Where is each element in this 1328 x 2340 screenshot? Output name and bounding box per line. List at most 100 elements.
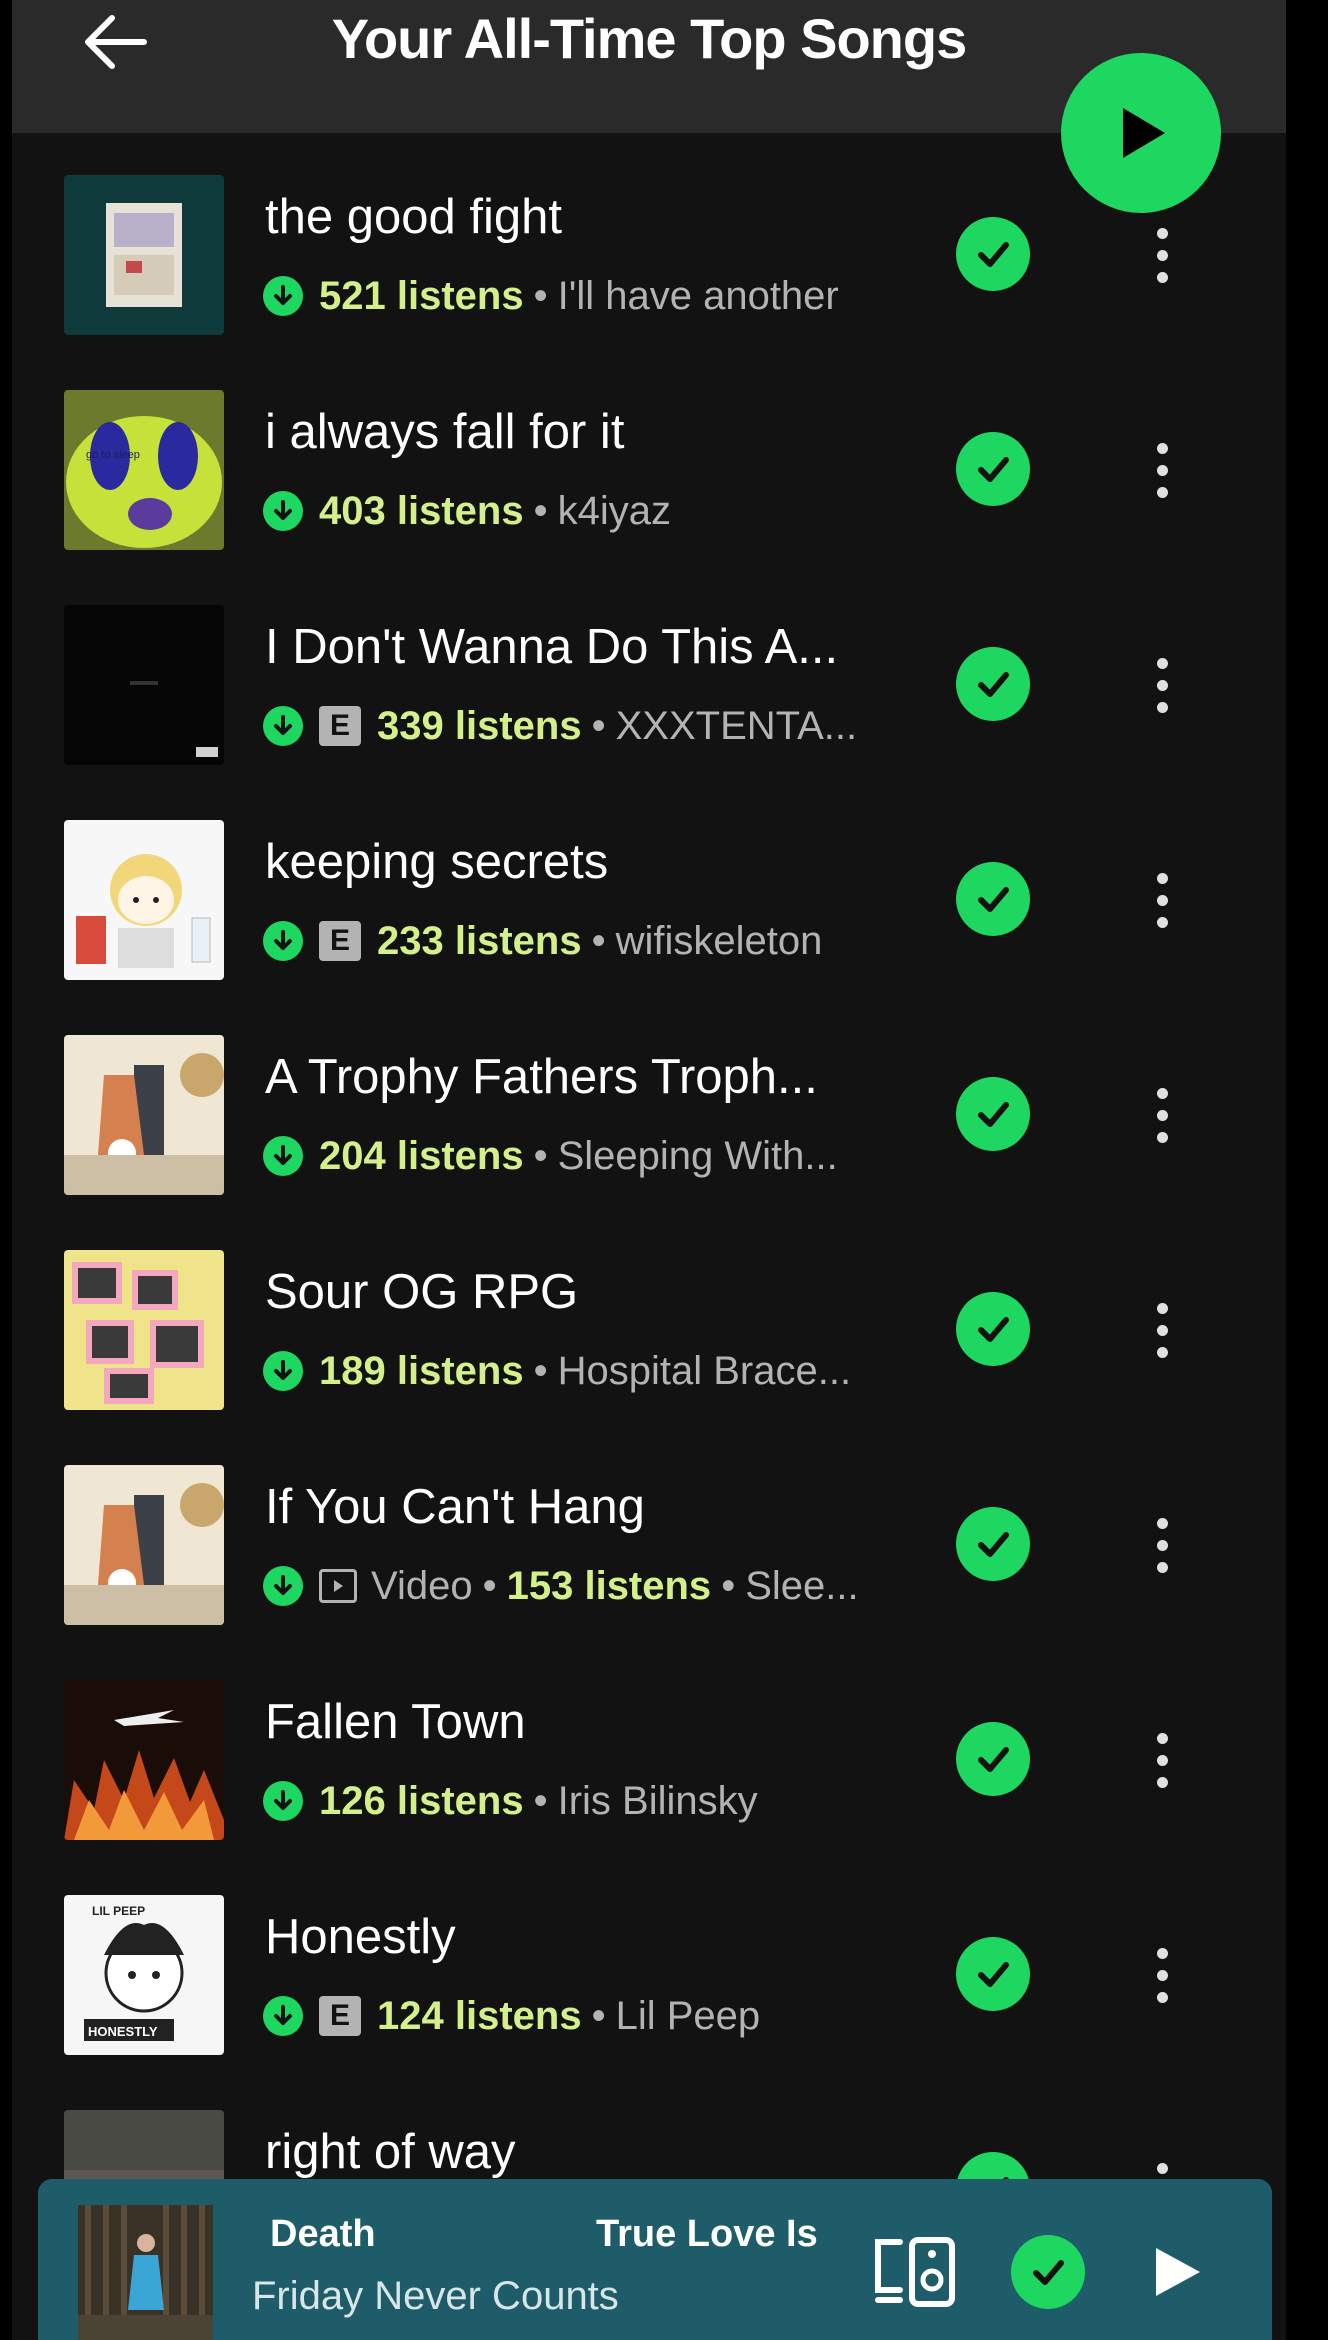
mini-player-play-button[interactable]	[1138, 2234, 1213, 2309]
listen-count: 339 listens	[377, 703, 582, 748]
song-title: Sour OG RPG	[265, 1265, 579, 1319]
dot	[1156, 1131, 1168, 1143]
listen-count: 153 listens	[506, 1563, 712, 1608]
song-title: keeping secrets	[265, 835, 609, 889]
song-row[interactable]: Fallen Town 126 listens • Iris Bilinsky	[12, 1680, 1286, 1880]
downloaded-icon	[263, 491, 303, 531]
app-screen: Your All-Time Top Songs the good fight 52…	[12, 0, 1286, 2340]
song-row[interactable]: go to sleep i always fall for it 403 liste…	[12, 390, 1286, 590]
artist-name: XXXTENTA...	[615, 703, 858, 748]
listen-count: 124 listens	[377, 1993, 582, 2038]
artist-name: k4iyaz	[557, 488, 671, 533]
album-art-text: HONESTLY	[88, 2024, 158, 2039]
song-title: i always fall for it	[265, 405, 625, 459]
dot	[1156, 249, 1168, 261]
more-options-button[interactable]	[1132, 1290, 1192, 1370]
dot	[1156, 227, 1168, 239]
check-icon	[1033, 2260, 1064, 2285]
artist-name: Slee...	[745, 1563, 859, 1608]
downloaded-icon	[263, 1781, 303, 1821]
downloaded-icon	[263, 1351, 303, 1391]
more-options-button[interactable]	[1132, 1935, 1192, 2015]
song-meta: E 339 listens • XXXTENTA...	[263, 701, 857, 751]
song-title: If You Can't Hang	[265, 1480, 645, 1534]
mini-player-artist: Friday Never Counts	[252, 2274, 619, 2318]
dot	[1156, 271, 1168, 283]
dot	[1156, 679, 1168, 691]
more-options-button[interactable]	[1132, 645, 1192, 725]
separator: •	[533, 1778, 548, 1823]
song-row[interactable]: keeping secrets E 233 listens • wifiskeleton	[12, 820, 1286, 1020]
song-meta: 189 listens • Hospital Brace...	[263, 1346, 851, 1396]
dot	[1156, 464, 1168, 476]
dot	[1156, 1969, 1168, 1981]
dot	[1156, 442, 1168, 454]
album-art-text: go to sleep	[86, 449, 140, 461]
listen-count: 233 listens	[377, 918, 582, 963]
song-title: the good fight	[265, 190, 562, 244]
song-meta: Video • 153 listens • Slee...	[263, 1561, 859, 1611]
saved-button[interactable]	[956, 217, 1030, 291]
song-meta: E 124 listens • Lil Peep	[263, 1991, 760, 2041]
song-row[interactable]: HONESTLY LIL PEEP Honestly E 124 listens • Lil…	[12, 1895, 1286, 2095]
listen-count: 403 listens	[319, 488, 524, 533]
saved-button[interactable]	[956, 862, 1030, 936]
song-title: I Don't Wanna Do This A...	[265, 620, 839, 674]
connect-device-icon	[875, 2237, 955, 2307]
dot	[1156, 486, 1168, 498]
saved-button[interactable]	[956, 432, 1030, 506]
separator: •	[533, 488, 548, 533]
song-row[interactable]: I Don't Wanna Do This A... E 339 listens • X…	[12, 605, 1286, 805]
explicit-badge: E	[319, 921, 361, 961]
separator: •	[533, 1348, 548, 1393]
song-row[interactable]: Sour OG RPG 189 listens • Hospital Brace...	[12, 1250, 1286, 1450]
song-meta: 126 listens • Iris Bilinsky	[263, 1776, 758, 1826]
saved-button[interactable]	[956, 1507, 1030, 1581]
check-icon	[978, 1317, 1009, 1342]
mini-player-next-track-title: True Love Is	[596, 2213, 818, 2255]
album-artwork	[64, 1250, 224, 1410]
song-row[interactable]: A Trophy Fathers Troph... 204 listens • Sle…	[12, 1035, 1286, 1235]
listen-count: 126 listens	[319, 1778, 524, 1823]
more-options-button[interactable]	[1132, 215, 1192, 295]
more-options-button[interactable]	[1132, 860, 1192, 940]
check-icon	[978, 672, 1009, 697]
downloaded-icon	[263, 1996, 303, 2036]
downloaded-icon	[263, 1566, 303, 1606]
saved-button[interactable]	[1011, 2235, 1085, 2309]
artist-name: wifiskeleton	[615, 918, 823, 963]
dot	[1156, 1539, 1168, 1551]
album-artwork	[64, 1680, 224, 1840]
song-meta: 403 listens • k4iyaz	[263, 486, 671, 536]
separator: •	[591, 918, 606, 963]
listen-count: 189 listens	[319, 1348, 524, 1393]
saved-button[interactable]	[956, 1937, 1030, 2011]
song-row[interactable]: the good fight 521 listens • I'll have anot…	[12, 175, 1286, 375]
connect-device-button[interactable]	[870, 2234, 960, 2309]
song-title: A Trophy Fathers Troph...	[265, 1050, 818, 1104]
more-options-button[interactable]	[1132, 1720, 1192, 1800]
dot	[1156, 657, 1168, 669]
mini-player-artwork	[78, 2205, 213, 2340]
saved-button[interactable]	[956, 1077, 1030, 1151]
song-row[interactable]: If You Can't Hang Video • 153 listens • Slee.…	[12, 1465, 1286, 1665]
saved-button[interactable]	[956, 1722, 1030, 1796]
dot	[1156, 894, 1168, 906]
dot	[1156, 1732, 1168, 1744]
more-options-button[interactable]	[1132, 430, 1192, 510]
dot	[1156, 2162, 1168, 2174]
saved-button[interactable]	[956, 1292, 1030, 1366]
more-options-button[interactable]	[1132, 1505, 1192, 1585]
saved-button[interactable]	[956, 647, 1030, 721]
song-title: right of way	[265, 2125, 516, 2179]
artist-name: Lil Peep	[615, 1993, 761, 2038]
dot	[1156, 1324, 1168, 1336]
downloaded-icon	[263, 276, 303, 316]
mini-player[interactable]: Death True Love Is Friday Never Counts	[38, 2179, 1272, 2340]
dot	[1156, 1109, 1168, 1121]
dot	[1156, 1776, 1168, 1788]
more-options-button[interactable]	[1132, 1075, 1192, 1155]
album-artwork	[64, 1035, 224, 1195]
artist-name: Hospital Brace...	[557, 1348, 852, 1393]
album-art-text: LIL PEEP	[92, 1904, 145, 1918]
